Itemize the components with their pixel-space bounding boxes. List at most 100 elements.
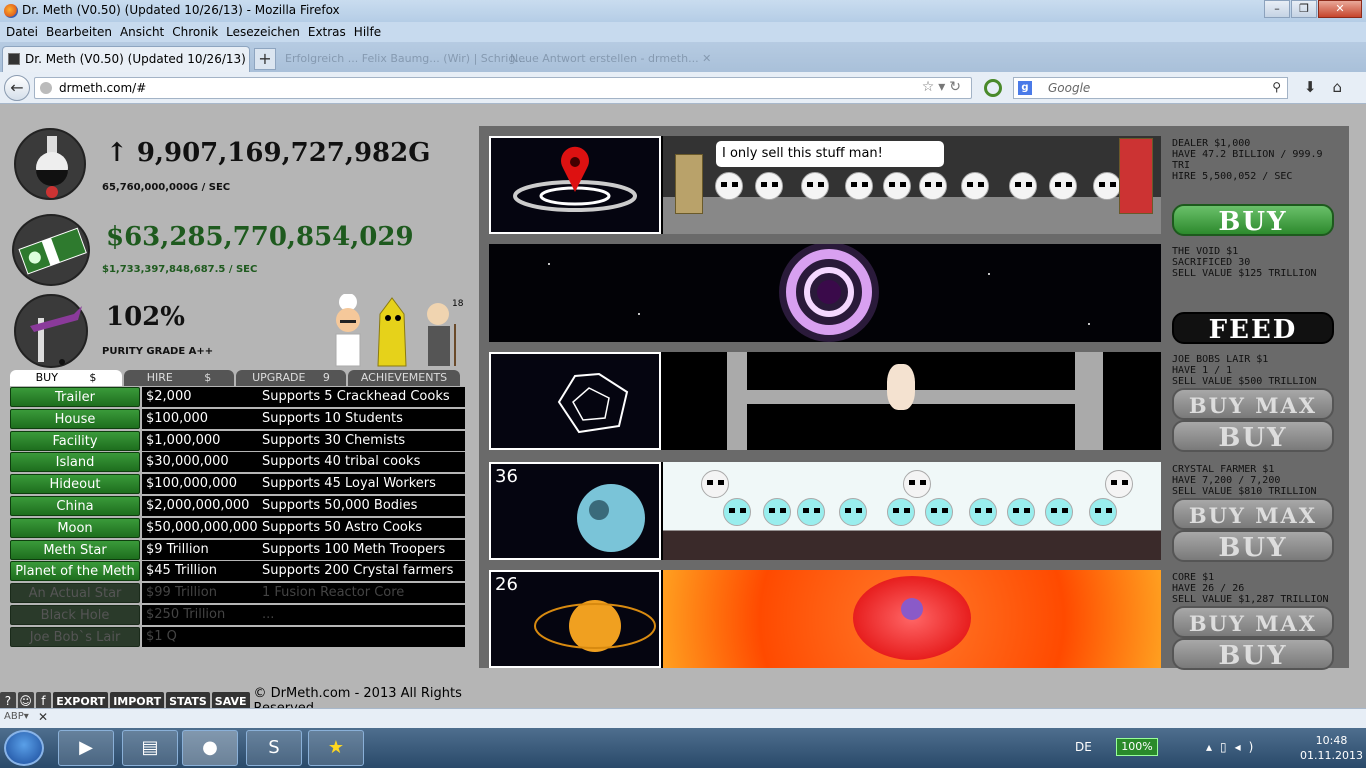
tab-achievements[interactable]: ACHIEVEMENTS <box>348 370 460 386</box>
shop-item-cost: $9 Trillion <box>146 541 209 557</box>
shop-row: Moon $50,000,000,000 Supports 50 Astro Coo… <box>10 517 465 540</box>
shop-item-button[interactable]: Planet of the Meth <box>10 561 140 582</box>
close-button[interactable]: ✕ <box>1318 0 1362 18</box>
menu-datei[interactable]: Datei <box>2 25 42 39</box>
tab-hire-badge: $ <box>204 371 212 384</box>
language-indicator[interactable]: DE <box>1075 740 1092 754</box>
start-button[interactable] <box>4 730 44 766</box>
meth-rate: 65,760,000,000G / SEC <box>102 182 231 193</box>
info-line: HAVE 26 / 26 <box>1172 583 1245 594</box>
lair-info: JOE BOBS LAIR $1 HAVE 1 / 1 SELL VALUE $… <box>1172 354 1342 387</box>
close-addon-bar-icon[interactable]: ✕ <box>38 710 48 724</box>
cash-rate: $1,733,397,848,687.5 / SEC <box>102 264 258 275</box>
maximize-button[interactable]: ❐ <box>1291 0 1317 18</box>
shop-list: Trailer $2,000 Supports 5 Crackhead Cooks H… <box>10 387 465 649</box>
game-panel: I only sell this stuff man! DEALER $1,00… <box>479 126 1349 671</box>
new-tab-button[interactable]: + <box>254 48 276 70</box>
tab-bar: Dr. Meth (V0.50) (Updated 10/26/13) + Er… <box>0 42 1366 72</box>
lane-crystal-farmer: 36 <box>489 462 1161 560</box>
shop-item-button[interactable]: Island <box>10 452 140 473</box>
shop-item-desc: Supports 100 Meth Troopers <box>262 541 446 557</box>
shop-row: Island $30,000,000 Supports 40 tribal cook… <box>10 452 465 474</box>
shop-row: Meth Star $9 Trillion Supports 100 Meth Tr… <box>10 539 465 562</box>
tab-active[interactable]: Dr. Meth (V0.50) (Updated 10/26/13) <box>2 46 250 72</box>
shop-item-button[interactable]: Trailer <box>10 387 140 407</box>
info-line: SACRIFICED 30 <box>1172 257 1251 268</box>
addon-icon[interactable] <box>984 79 1002 97</box>
buy-dealer-button[interactable]: BUY <box>1172 204 1334 237</box>
shop-item-button[interactable]: An Actual Star <box>10 583 140 604</box>
shop-item-cost: $250 Trillion <box>146 606 226 622</box>
info-line: HAVE 1 / 1 <box>1172 365 1233 376</box>
clock[interactable]: 10:48 01.11.2013 <box>1300 733 1363 763</box>
menu-extras[interactable]: Extras <box>304 25 350 39</box>
shop-item-desc: Supports 45 Loyal Workers <box>262 476 436 492</box>
tab-favicon <box>8 53 20 65</box>
window-title: Dr. Meth (V0.50) (Updated 10/26/13) - Mo… <box>22 3 340 17</box>
old-man-character <box>427 303 456 366</box>
tab-hire[interactable]: HIRE $ <box>124 370 234 386</box>
menu-chronik[interactable]: Chronik <box>168 25 222 39</box>
bookmark-reload-icons[interactable]: ☆▾↻ <box>922 79 965 95</box>
search-input[interactable]: g Google ⚲ <box>1013 77 1288 99</box>
media-player-icon[interactable]: ▶ <box>58 730 114 766</box>
buy-max-core-button[interactable]: BUY MAX <box>1172 606 1334 638</box>
shop-item-button[interactable]: China <box>10 495 140 516</box>
shop-item-button[interactable]: Black Hole <box>10 604 140 625</box>
tray-icons[interactable]: ▴▯◂) <box>1206 740 1261 754</box>
worker-skull <box>883 172 911 200</box>
menu-bearbeiten[interactable]: Bearbeiten <box>42 25 116 39</box>
adblock-icon[interactable]: ABP▾ <box>4 711 29 722</box>
buy-max-lair-button[interactable]: BUY MAX <box>1172 388 1334 420</box>
menu-lesezeichen[interactable]: Lesezeichen <box>222 25 304 39</box>
buy-lair-button[interactable]: BUY <box>1172 420 1334 453</box>
shop-item-desc: Supports 50,000 Bodies <box>262 497 418 513</box>
background-tab-1[interactable]: Erfolgreich ... Felix Baumg... (Wir) | S… <box>285 52 526 65</box>
shop-item-button[interactable]: Joe Bob`s Lair <box>10 626 140 647</box>
shop-item-button[interactable]: Moon <box>10 517 140 538</box>
firefox-taskbar-icon[interactable]: ● <box>182 730 238 766</box>
farmer-icon <box>763 498 791 526</box>
tab-buy[interactable]: BUY $ <box>10 370 122 386</box>
windows-taskbar: ▶ ▤ ● S ★ DE 100% ▴▯◂) 10:48 01.11.2013 <box>0 728 1366 768</box>
trooper-icon <box>1105 470 1133 498</box>
lane-core: 26 <box>489 570 1161 668</box>
worker-skull <box>919 172 947 200</box>
lane-void <box>489 242 1161 342</box>
menu-ansicht[interactable]: Ansicht <box>116 25 168 39</box>
battery-indicator[interactable]: 100% <box>1116 738 1158 756</box>
shop-item-button[interactable]: Hideout <box>10 474 140 495</box>
background-tab-2[interactable]: Neue Antwort erstellen - drmeth... ✕ <box>510 52 711 65</box>
shop-item-button[interactable]: Facility <box>10 430 140 451</box>
shop-item-button[interactable]: House <box>10 408 140 429</box>
search-icon[interactable]: ⚲ <box>1272 80 1281 94</box>
planet-thumbnail: 36 <box>489 462 661 560</box>
meth-bag-icon <box>901 598 923 620</box>
menu-hilfe[interactable]: Hilfe <box>350 25 385 39</box>
shop-item-button[interactable]: Meth Star <box>10 539 140 560</box>
minimize-button[interactable]: – <box>1264 0 1290 18</box>
buy-max-farmer-button[interactable]: BUY MAX <box>1172 498 1334 530</box>
dealer-info: DEALER $1,000 HAVE 47.2 BILLION / 999.9 … <box>1172 138 1342 182</box>
buy-core-button[interactable]: BUY <box>1172 638 1334 671</box>
crystal-farm-scene <box>663 462 1161 560</box>
back-button[interactable]: ← <box>4 75 30 101</box>
skype-icon[interactable]: S <box>246 730 302 766</box>
url-bar[interactable]: drmeth.com/# ☆▾↻ <box>34 77 972 99</box>
shop-item-cost: $1 Q <box>146 628 177 644</box>
shop-row: Trailer $2,000 Supports 5 Crackhead Cooks <box>10 387 465 409</box>
buy-farmer-button[interactable]: BUY <box>1172 530 1334 563</box>
google-icon[interactable]: g <box>1018 81 1032 95</box>
download-home-icons[interactable]: ⬇⌂ <box>1304 78 1358 96</box>
feed-void-button[interactable]: FEED <box>1172 312 1334 345</box>
shop-item-desc: Supports 200 Crystal farmers <box>262 563 454 579</box>
shop-item-cost: $2,000 <box>146 389 192 404</box>
info-line: CRYSTAL FARMER $1 <box>1172 464 1275 475</box>
tab-upgrade[interactable]: UPGRADE 9 <box>236 370 346 386</box>
core-count: 26 <box>495 574 518 595</box>
character-badge: 18 <box>452 299 464 309</box>
shop-item-cost: $30,000,000 <box>146 454 229 470</box>
shop-row: Facility $1,000,000 Supports 30 Chemists <box>10 430 465 453</box>
star-app-icon[interactable]: ★ <box>308 730 364 766</box>
explorer-icon[interactable]: ▤ <box>122 730 178 766</box>
